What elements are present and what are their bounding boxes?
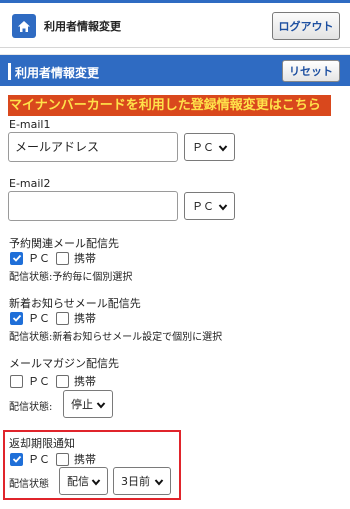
- new-arrival-mail-options: ＰＣ 携帯: [10, 310, 96, 326]
- magazine-mail-label: メールマガジン配信先: [9, 357, 119, 370]
- magazine-status-select[interactable]: 停止: [63, 390, 113, 418]
- logout-button[interactable]: ログアウト: [272, 12, 340, 40]
- return-notice-days-value: 3日前: [121, 475, 150, 488]
- return-notice-status-label: 配信状態: [9, 479, 49, 490]
- return-notice-delivery-select[interactable]: 配信: [59, 467, 108, 495]
- checkmark-icon: [12, 455, 21, 463]
- reservation-mail-options: ＰＣ 携帯: [10, 250, 96, 266]
- magazine-pc-checkbox[interactable]: [10, 374, 23, 388]
- return-notice-mobile-label: 携帯: [74, 453, 96, 466]
- reservation-mobile-label: 携帯: [74, 252, 96, 265]
- email1-type-select[interactable]: ＰＣ: [184, 133, 235, 161]
- section-header: 利用者情報変更 リセット: [0, 54, 350, 86]
- page-title: 利用者情報変更: [44, 20, 121, 33]
- new-arrival-mail-status: 配信状態:新着お知らせメール設定で個別に選択: [9, 332, 223, 343]
- email2-type-value: ＰＣ: [192, 200, 214, 213]
- checkmark-icon: [12, 314, 21, 322]
- home-icon: [18, 20, 30, 32]
- return-notice-label: 返却期限通知: [9, 437, 75, 450]
- magazine-status-label: 配信状態:: [9, 402, 53, 413]
- home-button[interactable]: [12, 14, 36, 38]
- return-notice-delivery-value: 配信: [67, 475, 89, 488]
- return-notice-pc-label: ＰＣ: [28, 453, 50, 466]
- email1-type-value: ＰＣ: [192, 141, 214, 154]
- magazine-status-value: 停止: [71, 398, 93, 411]
- mynumber-card-link[interactable]: マイナンバーカードを利用した登録情報変更はこちら: [8, 95, 331, 116]
- reset-button[interactable]: リセット: [282, 60, 340, 82]
- reservation-mobile-checkbox[interactable]: [56, 251, 69, 265]
- section-accent-bar: [8, 63, 11, 80]
- magazine-mobile-label: 携帯: [74, 375, 96, 388]
- new-arrival-mobile-checkbox[interactable]: [56, 311, 69, 325]
- checkmark-icon: [12, 254, 21, 262]
- return-notice-options: ＰＣ 携帯: [10, 451, 96, 467]
- section-title: 利用者情報変更: [15, 66, 100, 80]
- email2-field[interactable]: [8, 191, 178, 221]
- reservation-mail-label: 予約関連メール配信先: [9, 237, 119, 250]
- new-arrival-pc-label: ＰＣ: [28, 312, 50, 325]
- email1-label: E-mail1: [9, 118, 51, 131]
- magazine-mail-options: ＰＣ 携帯: [10, 373, 96, 389]
- magazine-mobile-checkbox[interactable]: [56, 374, 69, 388]
- chevron-down-icon: [91, 479, 101, 486]
- chevron-down-icon: [96, 402, 106, 409]
- email1-field[interactable]: メールアドレス: [8, 132, 178, 162]
- chevron-down-icon: [218, 145, 228, 152]
- magazine-pc-label: ＰＣ: [28, 375, 50, 388]
- return-notice-mobile-checkbox[interactable]: [56, 452, 69, 466]
- return-notice-days-select[interactable]: 3日前: [113, 467, 171, 495]
- new-arrival-mobile-label: 携帯: [74, 312, 96, 325]
- chevron-down-icon: [154, 479, 164, 486]
- reservation-mail-status: 配信状態:予約毎に個別選択: [9, 272, 133, 283]
- reservation-pc-checkbox[interactable]: [10, 251, 23, 265]
- return-notice-pc-checkbox[interactable]: [10, 452, 23, 466]
- email2-type-select[interactable]: ＰＣ: [184, 192, 235, 220]
- new-arrival-pc-checkbox[interactable]: [10, 311, 23, 325]
- top-bar: 利用者情報変更 ログアウト: [0, 0, 350, 48]
- new-arrival-mail-label: 新着お知らせメール配信先: [9, 297, 141, 310]
- email2-label: E-mail2: [9, 177, 51, 190]
- reservation-pc-label: ＰＣ: [28, 252, 50, 265]
- chevron-down-icon: [218, 204, 228, 211]
